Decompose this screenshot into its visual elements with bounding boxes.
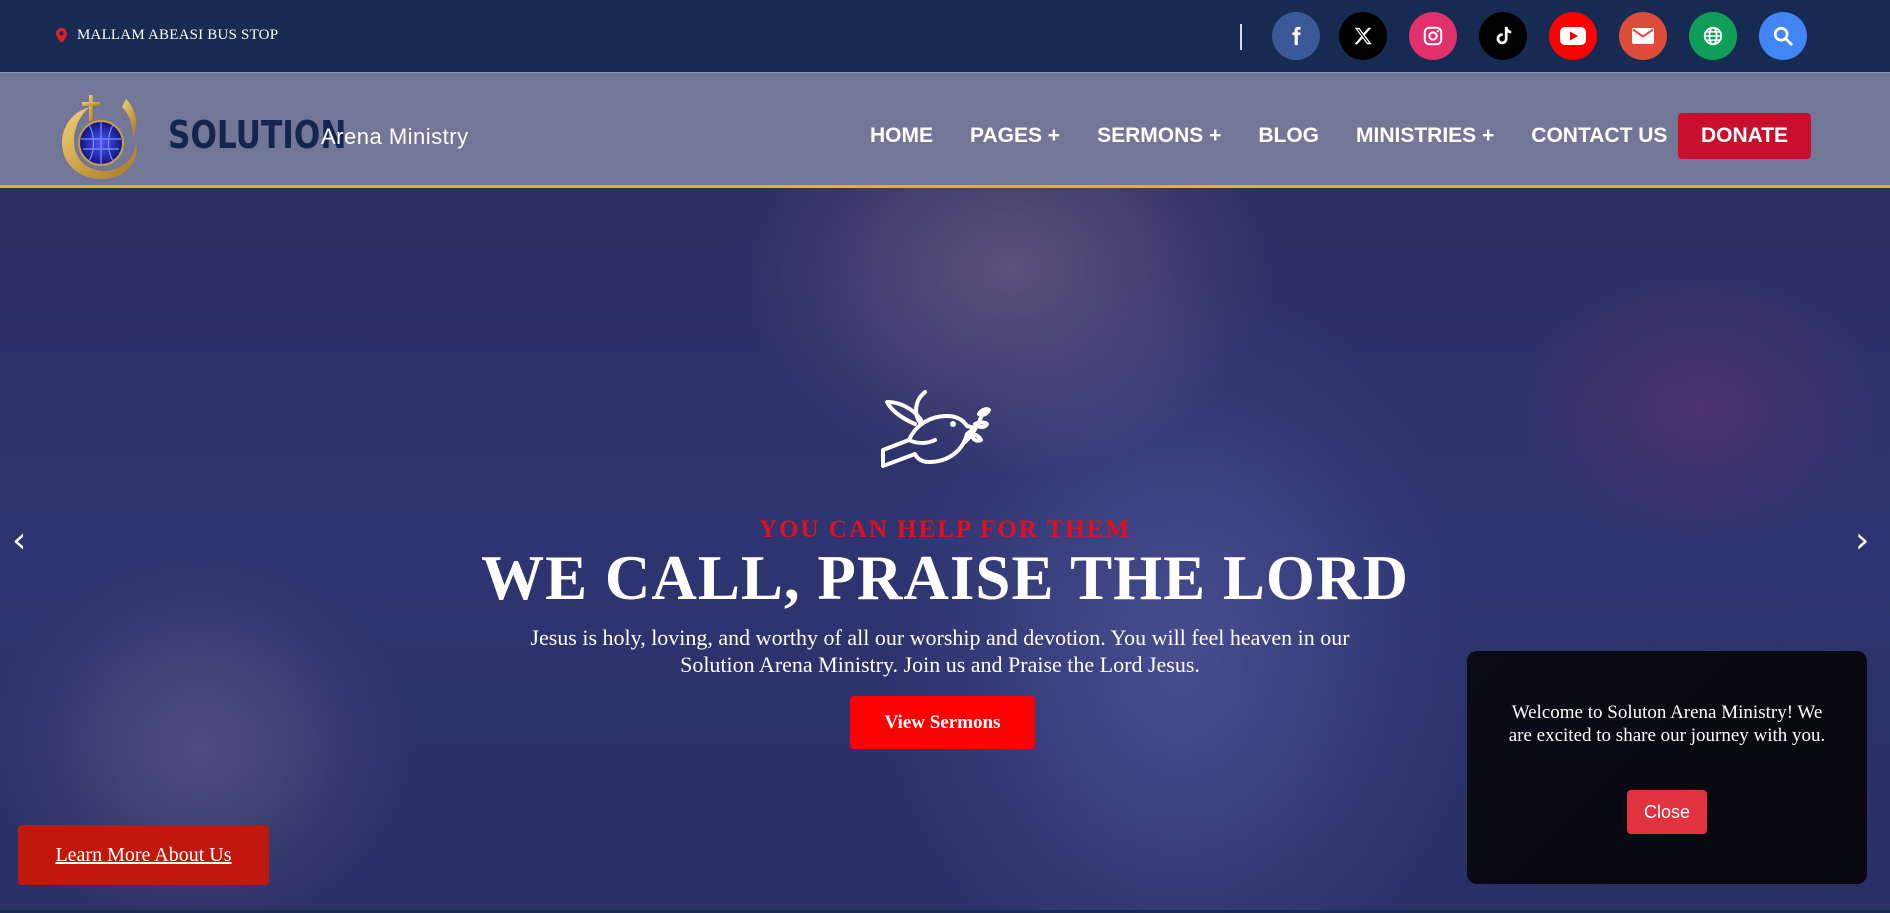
donate-button[interactable]: DONATE <box>1678 113 1811 159</box>
top-bar: MALLAM ABEASI BUS STOP <box>0 0 1890 72</box>
welcome-message: Welcome to Soluton Arena Ministry! We ar… <box>1508 702 1826 746</box>
divider <box>1240 24 1242 50</box>
main-header: SOLUTION Arena Ministry HOME PAGES + SER… <box>0 72 1890 188</box>
facebook-icon[interactable] <box>1272 12 1320 60</box>
nav-ministries[interactable]: MINISTRIES + <box>1356 124 1494 148</box>
nav-blog[interactable]: BLOG <box>1258 124 1319 148</box>
hero-description: Jesus is holy, loving, and worthy of all… <box>530 625 1350 677</box>
learn-more-button[interactable]: Learn More About Us <box>18 825 269 885</box>
main-nav: HOME PAGES + SERMONS + BLOG MINISTRIES +… <box>870 124 1667 148</box>
location: MALLAM ABEASI BUS STOP <box>56 27 278 44</box>
youtube-icon[interactable] <box>1549 12 1597 60</box>
nav-pages[interactable]: PAGES + <box>970 124 1060 148</box>
close-popup-button[interactable]: Close <box>1627 790 1707 834</box>
nav-home[interactable]: HOME <box>870 124 933 148</box>
ministry-logo[interactable] <box>56 91 148 183</box>
welcome-popup: Welcome to Soluton Arena Ministry! We ar… <box>1467 651 1867 884</box>
email-icon[interactable] <box>1619 12 1667 60</box>
view-sermons-button[interactable]: View Sermons <box>850 696 1035 749</box>
brand-subtitle: Arena Ministry <box>321 124 469 149</box>
hero-eyebrow: YOU CAN HELP FOR THEM <box>758 516 1132 543</box>
brand-name: SOLUTION <box>168 113 347 157</box>
tiktok-icon[interactable] <box>1479 12 1527 60</box>
nav-contact-us[interactable]: CONTACT US <box>1531 124 1667 148</box>
search-icon[interactable] <box>1759 12 1807 60</box>
social-links <box>1272 12 1807 60</box>
dove-icon <box>881 390 991 468</box>
location-text: MALLAM ABEASI BUS STOP <box>77 27 279 43</box>
x-twitter-icon[interactable] <box>1339 12 1387 60</box>
nav-sermons[interactable]: SERMONS + <box>1097 124 1221 148</box>
hero-slider: ‹ › YOU CAN HELP FOR THEM WE CALL, PRAIS… <box>0 188 1890 910</box>
map-pin-icon <box>56 28 67 43</box>
hero-headline: WE CALL, PRAISE THE LORD <box>481 543 1409 613</box>
instagram-icon[interactable] <box>1409 12 1457 60</box>
website-globe-icon[interactable] <box>1689 12 1737 60</box>
